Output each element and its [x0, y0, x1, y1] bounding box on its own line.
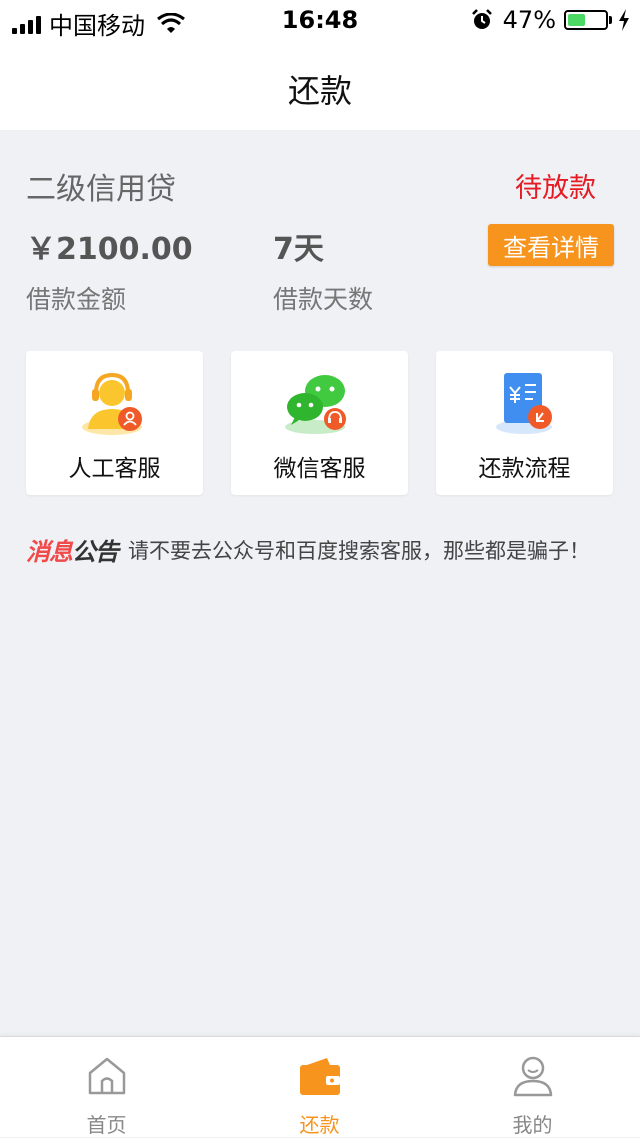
battery-percent: 47%: [502, 6, 556, 34]
repayment-process-label: 还款流程: [478, 456, 571, 482]
alarm-icon: [471, 9, 492, 29]
loan-days-label: 借款天数: [273, 285, 374, 314]
wechat-service-tile[interactable]: 微信客服: [231, 351, 408, 495]
tab-profile[interactable]: 我的: [426, 1037, 639, 1137]
battery-level-fill: [568, 14, 585, 26]
battery-tip: [609, 16, 612, 24]
wechat-icon: [285, 375, 346, 434]
status-right: 47%: [471, 6, 630, 34]
nav-bar: 还款: [0, 40, 640, 130]
announcement-tag: 消息公告: [26, 532, 119, 567]
page-title: 还款: [287, 72, 352, 110]
loan-product-name: 二级信用贷: [26, 172, 176, 207]
repayment-process-icon: [496, 373, 552, 434]
tab-home-label: 首页: [86, 1113, 127, 1137]
loan-amount-label: 借款金额: [26, 285, 127, 314]
charging-bolt-icon: [619, 9, 629, 31]
customer-service-agent-icon: [82, 372, 142, 435]
loan-amount-value: ￥2100.00: [26, 232, 193, 267]
customer-service-label: 人工客服: [68, 456, 161, 482]
announcement-tag-part1: 消息: [26, 538, 73, 566]
announcement-text: 请不要去公众号和百度搜索客服，那些都是骗子！: [128, 538, 590, 563]
view-details-button[interactable]: 查看详情: [488, 224, 614, 266]
home-icon: [88, 1057, 126, 1095]
wallet-icon: [300, 1058, 340, 1095]
loan-status-badge: 待放款: [515, 173, 596, 204]
repayment-process-tile[interactable]: 还款流程: [436, 351, 613, 495]
battery-icon: [564, 10, 608, 30]
loan-days-value: 7天: [273, 232, 324, 267]
customer-service-tile[interactable]: 人工客服: [26, 351, 203, 495]
wechat-service-label: 微信客服: [273, 456, 366, 482]
tab-repayment-label: 还款: [299, 1113, 340, 1137]
user-profile-icon: [513, 1056, 553, 1097]
announcement-bar: 消息公告 请不要去公众号和百度搜索客服，那些都是骗子！: [26, 532, 590, 567]
tab-home[interactable]: 首页: [0, 1037, 213, 1137]
status-bar: 中国移动 16:48 47%: [0, 0, 640, 40]
tab-repayment[interactable]: 还款: [213, 1037, 426, 1137]
bottom-tab-bar: 首页 还款 我的: [0, 1036, 640, 1137]
tab-profile-label: 我的: [512, 1113, 553, 1137]
announcement-tag-part2: 公告: [72, 538, 119, 566]
